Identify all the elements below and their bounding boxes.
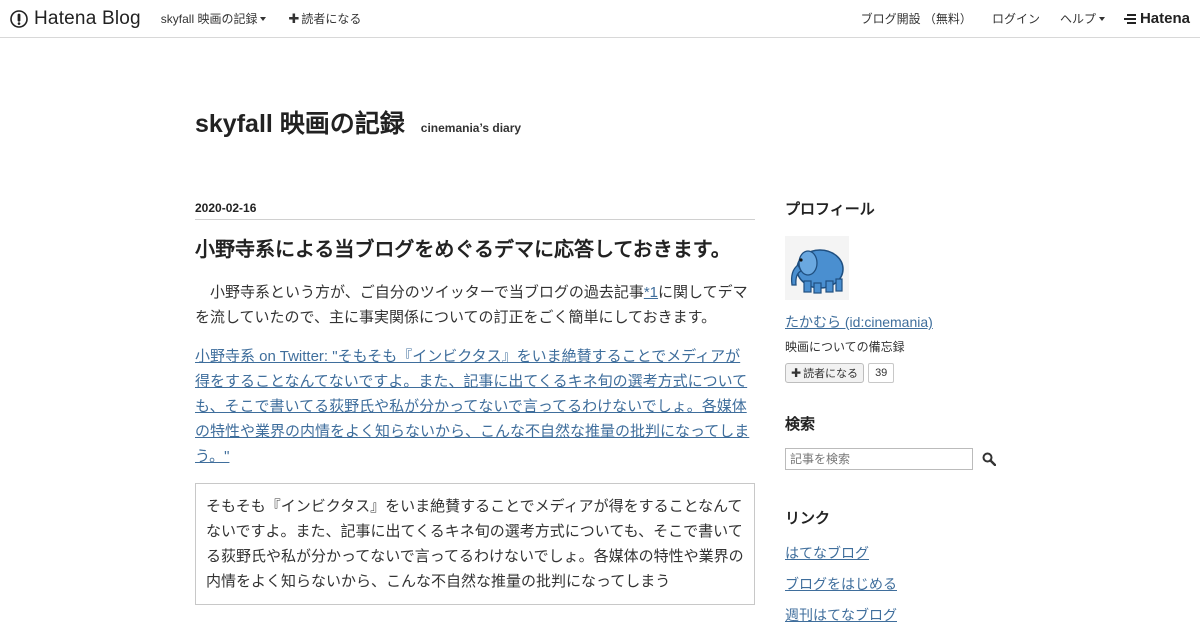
hatena-brand-icon xyxy=(1123,13,1136,24)
link-weekly-hatena-blog[interactable]: 週刊はてなブログ xyxy=(785,607,897,623)
sidebar-subscribe-button[interactable]: ✚ 読者になる xyxy=(785,363,865,383)
list-item: ブログをはじめる xyxy=(785,569,1000,600)
profile-name-link[interactable]: たかむら (id:cinemania) xyxy=(785,312,1000,332)
brand-label: Hatena xyxy=(1139,10,1190,27)
link-start-blog[interactable]: ブログをはじめる xyxy=(785,576,897,592)
global-header: Hatena Blog skyfall 映画の記録 ✚ 読者になる ブログ開設 … xyxy=(0,0,1200,38)
plus-icon: ✚ xyxy=(791,366,802,380)
blog-menu-label: skyfall 映画の記録 xyxy=(160,12,258,26)
chevron-down-icon xyxy=(260,16,267,21)
profile-avatar[interactable] xyxy=(785,236,849,300)
blog-title-area: skyfall 映画の記録 cinemania’s diary xyxy=(195,104,521,140)
open-blog-label: ブログ開設 （無料） xyxy=(860,12,972,26)
search-title: 検索 xyxy=(785,416,816,433)
subscribe-label: 読者になる xyxy=(301,12,362,26)
sidebar: プロフィール たかむら (id:cinemania) 映画についての備忘録 ✚ … xyxy=(785,198,1000,630)
plus-icon: ✚ xyxy=(288,10,300,26)
logo-text: Hatena Blog xyxy=(34,7,141,29)
link-hatena-blog[interactable]: はてなブログ xyxy=(785,545,869,561)
links-title: リンク xyxy=(785,510,831,527)
subscriber-count[interactable]: 39 xyxy=(868,363,895,383)
entry: 2020-02-16 小野寺系による当ブログをめぐるデマに応答しておきます。 小… xyxy=(195,201,755,630)
links-list: はてなブログ ブログをはじめる 週刊はてなブログ xyxy=(785,538,1000,630)
global-header-left: Hatena Blog skyfall 映画の記録 ✚ 読者になる xyxy=(10,0,383,37)
tweet-link[interactable]: 小野寺系 on Twitter: "そもそも『インビクタス』をいま絶賛することで… xyxy=(195,344,755,469)
search-icon xyxy=(982,452,996,466)
chevron-down-icon xyxy=(1098,16,1105,21)
help-label: ヘルプ xyxy=(1059,12,1096,26)
profile-description: 映画についての備忘録 xyxy=(785,340,905,354)
search-input[interactable] xyxy=(785,448,973,470)
global-header-right: ブログ開設 （無料） ログイン ヘルプ Hatena xyxy=(841,0,1190,37)
hatena-blog-logo[interactable]: Hatena Blog xyxy=(10,0,141,37)
entry-intro: 小野寺系という方が、ご自分のツイッターで当ブログの過去記事*1に関してデマを流し… xyxy=(195,280,755,330)
login-label: ログイン xyxy=(991,12,1040,26)
elephant-icon xyxy=(790,249,844,294)
entry-intro-before: 小野寺系という方が、ご自分のツイッターで当ブログの過去記事 xyxy=(210,284,644,301)
subscribe-row: ✚ 読者になる 39 xyxy=(785,363,1000,383)
list-item: はてなブログ xyxy=(785,538,1000,569)
search-button[interactable] xyxy=(981,451,997,467)
entry-date[interactable]: 2020-02-16 xyxy=(195,201,755,220)
blog-menu-dropdown[interactable]: skyfall 映画の記録 xyxy=(161,10,267,27)
sidebar-subscribe-label: 読者になる xyxy=(803,368,859,380)
login-link[interactable]: ログイン xyxy=(992,10,1040,27)
help-dropdown[interactable]: ヘルプ xyxy=(1060,10,1105,27)
list-item: 週刊はてなブログ xyxy=(785,600,1000,630)
profile-title: プロフィール xyxy=(785,201,875,218)
footnote-link[interactable]: *1 xyxy=(644,284,658,301)
entry-body: 小野寺系という方が、ご自分のツイッターで当ブログの過去記事*1に関してデマを流し… xyxy=(195,280,755,630)
entry-continued-text xyxy=(195,619,755,630)
subscribe-button[interactable]: ✚ 読者になる xyxy=(288,10,361,27)
open-blog-link[interactable]: ブログ開設 （無料） xyxy=(861,10,972,27)
blockquote: そもそも『インビクタス』をいま絶賛することでメディアが得をすることなんてないです… xyxy=(195,483,755,605)
hatena-blog-logo-icon xyxy=(10,9,28,28)
entry-title[interactable]: 小野寺系による当ブログをめぐるデマに応答しておきます。 xyxy=(195,236,755,264)
hatena-brand-link[interactable]: Hatena xyxy=(1123,10,1190,27)
search-form xyxy=(785,448,1000,470)
blog-description: cinemania’s diary xyxy=(420,121,522,135)
global-header-menu: skyfall 映画の記録 ✚ 読者になる xyxy=(161,10,384,27)
blog-title[interactable]: skyfall 映画の記録 xyxy=(195,104,405,140)
